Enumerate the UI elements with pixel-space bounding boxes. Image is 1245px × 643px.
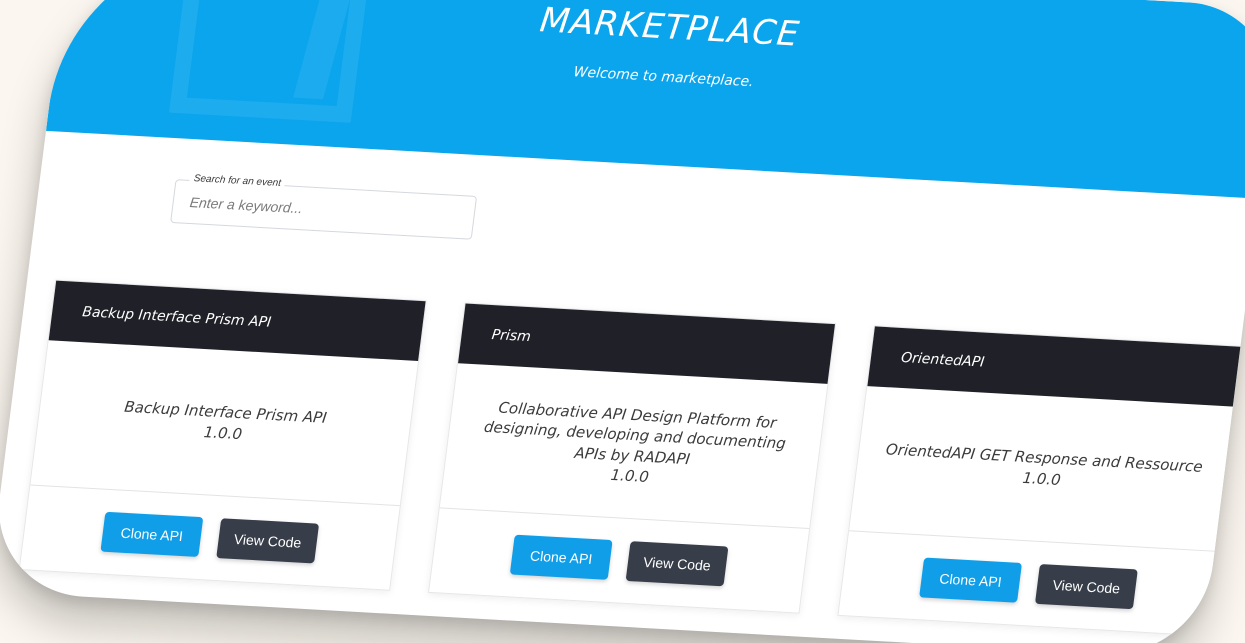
view-code-button[interactable]: View Code: [216, 518, 320, 564]
hero-banner: MARKETPLACE Welcome to marketplace.: [45, 0, 1245, 199]
view-code-button[interactable]: View Code: [1034, 563, 1138, 610]
api-card: Prism Collaborative API Design Platform …: [428, 302, 837, 614]
card-body: OrientedAPI GET Response and Ressource 1…: [849, 386, 1237, 551]
card-body: Collaborative API Design Platform for de…: [440, 363, 828, 528]
search-field: Search for an event: [170, 172, 478, 240]
card-body: Backup Interface Prism API 1.0.0: [30, 340, 418, 505]
clone-api-button[interactable]: Clone API: [919, 557, 1023, 603]
clone-api-button[interactable]: Clone API: [509, 534, 613, 580]
view-code-button[interactable]: View Code: [625, 541, 729, 587]
api-card: Backup Interface Prism API Backup Interf…: [18, 279, 427, 591]
clone-api-button[interactable]: Clone API: [100, 511, 204, 557]
screenshot-stage: MARKETPLACE Welcome to marketplace. Sear…: [0, 0, 1245, 643]
api-card: OrientedAPI OrientedAPI GET Response and…: [837, 325, 1245, 637]
marketplace-page: MARKETPLACE Welcome to marketplace. Sear…: [0, 0, 1245, 643]
search-input[interactable]: [170, 179, 478, 240]
api-card-list: Backup Interface Prism API Backup Interf…: [18, 279, 1245, 643]
